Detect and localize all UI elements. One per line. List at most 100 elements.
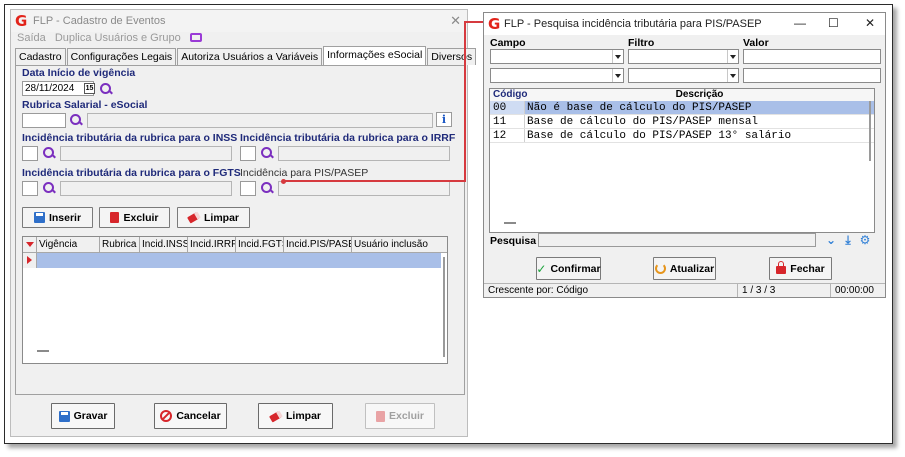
excluir-footer-label: Excluir (388, 410, 425, 422)
filtro-label: Filtro (628, 37, 655, 49)
limpar-button[interactable]: Limpar (177, 207, 250, 228)
col-incid-inss[interactable]: Incid.INSS (140, 237, 188, 252)
inss-code-input[interactable] (22, 146, 38, 161)
atualizar-button[interactable]: Atualizar (653, 257, 716, 280)
left-titlebar: G FLP - Cadastro de Eventos ✕ (11, 10, 467, 32)
tab-cadastro[interactable]: Cadastro (15, 48, 66, 65)
valor-label: Valor (743, 37, 769, 49)
grid-vertical-scrollbar[interactable] (441, 253, 447, 363)
row-descricao: Base de cálculo do PIS/PASEP 13° salário (527, 130, 792, 142)
row-pointer-icon (27, 256, 32, 264)
minimize-icon[interactable]: — (794, 16, 806, 30)
search-icon[interactable] (100, 83, 112, 95)
limpar-footer-button[interactable]: Limpar (258, 403, 333, 429)
campo-label: Campo (490, 37, 526, 49)
menubar: Saída Duplica Usuários e Grupo (17, 32, 208, 48)
status-count: 1 / 3 / 3 (737, 284, 775, 297)
col-incid-pis[interactable]: Incid.PIS/PASEP (284, 237, 352, 252)
close-icon[interactable]: ✕ (450, 13, 461, 29)
connector-line (283, 180, 465, 182)
tab-configuracoes-legais[interactable]: Configurações Legais (66, 48, 177, 65)
valor-input-1[interactable] (743, 49, 881, 64)
col-descricao[interactable]: Descrição (525, 89, 874, 101)
rubrica-code-input[interactable] (22, 113, 66, 128)
search-icon[interactable] (261, 147, 273, 159)
fgts-code-input[interactable] (22, 181, 38, 196)
table-row[interactable] (23, 253, 447, 268)
data-inicio-label: Data Início de vigência (22, 67, 136, 79)
excluir-label: Excluir (123, 211, 159, 224)
inserir-button[interactable]: Inserir (22, 207, 93, 228)
confirmar-button[interactable]: ✓ Confirmar (536, 257, 601, 280)
irrf-code-input[interactable] (240, 146, 256, 161)
filtro-select-2[interactable] (628, 68, 739, 83)
vigencia-grid: Vigência Rubrica Incid.INSS Incid.IRRF I… (22, 236, 448, 364)
filtro-select-1[interactable] (628, 49, 739, 64)
status-bar: Crescente por: Código 1 / 3 / 3 00:00:00 (484, 283, 885, 297)
right-window-title: FLP - Pesquisa incidência tributária par… (504, 18, 762, 30)
table-row[interactable]: 12 Base de cálculo do PIS/PASEP 13° salá… (490, 129, 874, 143)
trash-icon (110, 212, 120, 223)
cadastro-eventos-window: G FLP - Cadastro de Eventos ✕ Saída Dupl… (10, 9, 477, 437)
cancelar-button[interactable]: Cancelar (154, 403, 227, 429)
connector-line (464, 21, 466, 182)
col-incid-fgts[interactable]: Incid.FGTS (236, 237, 284, 252)
chevron-down-icon[interactable] (727, 69, 738, 82)
inserir-label: Inserir (48, 211, 82, 224)
selected-row-cells[interactable] (37, 253, 447, 268)
save-icon (33, 212, 45, 223)
monitor-icon[interactable] (189, 33, 202, 42)
trash-icon (375, 410, 385, 422)
col-incid-irrf[interactable]: Incid.IRRF (188, 237, 236, 252)
row-codigo: 12 (490, 129, 525, 142)
search-icon[interactable] (261, 182, 273, 194)
confirmar-label: Confirmar (550, 262, 601, 275)
left-footer: Gravar Cancelar Limpar Excluir (15, 397, 465, 435)
chevron-down-icon[interactable] (612, 69, 623, 82)
campo-select-1[interactable] (490, 49, 624, 64)
campo-select-2[interactable] (490, 68, 624, 83)
chevron-down-icon[interactable] (727, 50, 738, 63)
table-row[interactable]: 00 Não é base de cálculo do PIS/PASEP (490, 101, 874, 115)
maximize-icon[interactable]: ☐ (828, 16, 839, 30)
fechar-button[interactable]: Fechar (769, 257, 832, 280)
excluir-button[interactable]: Excluir (99, 207, 170, 228)
flp-logo-icon: G (15, 12, 28, 30)
irrf-label: Incidência tributária da rubrica para o … (240, 132, 456, 144)
grid-horizontal-scrollbar[interactable] (37, 350, 49, 352)
col-rubrica[interactable]: Rubrica (100, 237, 140, 252)
grid-horizontal-scrollbar[interactable] (504, 222, 516, 224)
close-icon[interactable]: ✕ (865, 16, 875, 30)
menu-duplica-usuarios[interactable]: Duplica Usuários e Grupo (55, 32, 181, 44)
connector-dot (281, 179, 286, 184)
status-order: Crescente por: Código (488, 285, 589, 296)
expand-all-down-icon[interactable]: ⤓ (842, 234, 854, 246)
grid-vertical-scrollbar[interactable] (869, 101, 871, 161)
pis-code-input[interactable] (240, 181, 256, 196)
excluir-footer-button[interactable]: Excluir (365, 403, 435, 429)
tab-autoriza-usuarios[interactable]: Autoriza Usuários a Variáveis (177, 48, 323, 65)
chevron-down-icon[interactable] (612, 50, 623, 63)
col-vigencia[interactable]: Vigência (37, 237, 100, 252)
lock-icon (776, 261, 787, 274)
col-usuario-inclusao[interactable]: Usuário inclusão (352, 237, 442, 252)
gear-icon[interactable]: ⚙ (859, 234, 871, 246)
row-indicator (23, 253, 37, 268)
tab-informacoes-esocial[interactable]: Informações eSocial (323, 46, 427, 65)
search-icon[interactable] (43, 147, 55, 159)
search-icon[interactable] (43, 182, 55, 194)
valor-input-2[interactable] (743, 68, 881, 83)
search-icon[interactable] (70, 114, 82, 126)
gravar-button[interactable]: Gravar (51, 403, 115, 429)
expand-down-icon[interactable]: ⌄ (825, 234, 837, 246)
info-icon[interactable]: i (436, 112, 452, 127)
table-row[interactable]: 11 Base de cálculo do PIS/PASEP mensal (490, 115, 874, 129)
esocial-panel: Data Início de vigência 28/11/2024 15 Ru… (15, 65, 465, 395)
tab-diversos[interactable]: Diversos (427, 48, 477, 65)
pesquisa-pis-window: G FLP - Pesquisa incidência tributária p… (483, 12, 886, 298)
col-codigo[interactable]: Código (490, 89, 527, 101)
pesquisa-input[interactable] (538, 233, 816, 247)
row-codigo: 11 (490, 115, 525, 128)
calendar-icon[interactable]: 15 (84, 83, 95, 94)
menu-saida[interactable]: Saída (17, 32, 46, 44)
